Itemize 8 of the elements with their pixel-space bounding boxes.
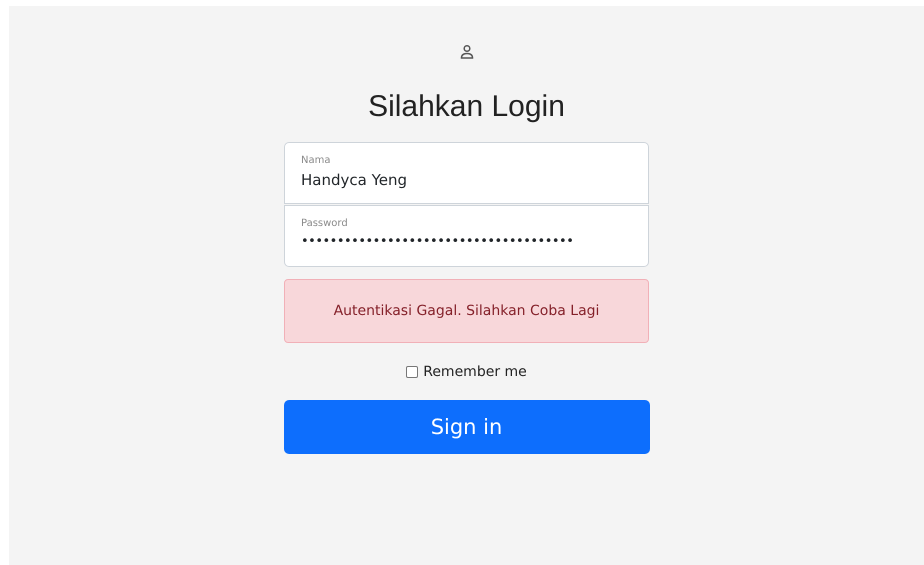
password-field[interactable]: Password ••••••••••••••••••••••••••••••••••••••	[284, 205, 649, 267]
name-field[interactable]: Nama Handyca Yeng	[284, 142, 649, 204]
sign-in-button[interactable]: Sign in	[284, 400, 650, 454]
login-heading: Silahkan Login	[368, 90, 565, 124]
remember-checkbox[interactable]	[406, 366, 418, 378]
user-icon	[460, 44, 474, 60]
remember-label: Remember me	[423, 364, 527, 380]
error-alert: Autentikasi Gagal. Silahkan Coba Lagi	[284, 279, 649, 343]
